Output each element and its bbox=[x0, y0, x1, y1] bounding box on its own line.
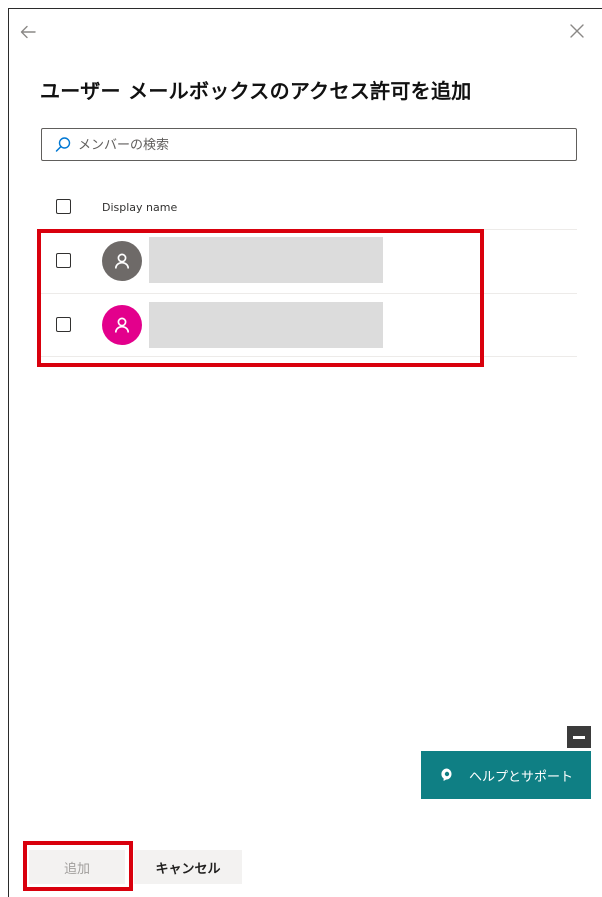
minimize-icon bbox=[573, 735, 585, 739]
person-icon bbox=[114, 253, 130, 269]
search-icon bbox=[55, 137, 71, 152]
divider bbox=[41, 229, 577, 230]
avatar bbox=[102, 241, 142, 281]
column-header-display-name[interactable]: Display name bbox=[102, 201, 177, 214]
cancel-button[interactable]: キャンセル bbox=[134, 850, 242, 884]
add-button[interactable]: 追加 bbox=[29, 850, 125, 884]
help-minimize-button[interactable] bbox=[567, 726, 591, 748]
back-button[interactable] bbox=[16, 20, 40, 44]
select-all-checkbox[interactable] bbox=[56, 199, 71, 214]
close-button[interactable] bbox=[566, 20, 588, 42]
search-input[interactable] bbox=[78, 133, 558, 157]
search-box[interactable] bbox=[41, 128, 577, 161]
page-title: ユーザー メールボックスのアクセス許可を追加 bbox=[40, 79, 472, 103]
help-support-button[interactable]: ヘルプとサポート bbox=[421, 751, 591, 799]
display-name bbox=[149, 237, 383, 283]
help-support-icon bbox=[441, 768, 452, 781]
divider bbox=[41, 356, 577, 357]
row-checkbox[interactable] bbox=[56, 253, 71, 268]
divider bbox=[41, 293, 577, 294]
person-icon bbox=[114, 317, 130, 333]
close-icon bbox=[570, 24, 584, 38]
arrow-left-icon bbox=[20, 25, 36, 39]
avatar bbox=[102, 305, 142, 345]
display-name bbox=[149, 302, 383, 348]
help-support-label: ヘルプとサポート bbox=[469, 769, 574, 785]
row-checkbox[interactable] bbox=[56, 317, 71, 332]
